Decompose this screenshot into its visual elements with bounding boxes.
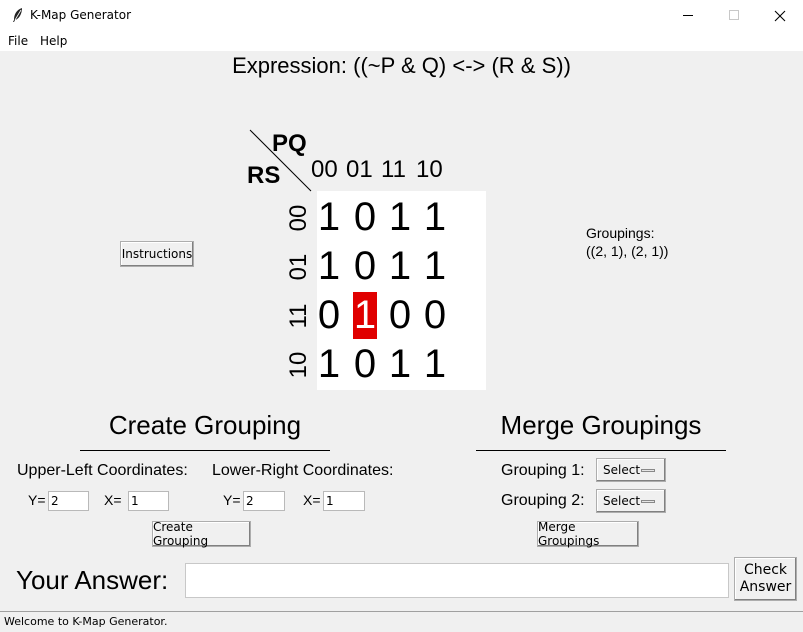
kmap-row-header: 00 (285, 204, 312, 232)
menu-help[interactable]: Help (40, 34, 67, 48)
kmap-col-header: 00 (311, 156, 338, 183)
lr-y-label: Y= (223, 492, 241, 508)
kmap-grid: 1 0 1 1 1 0 1 1 0 1 0 0 1 0 1 1 (317, 191, 486, 390)
merge-groupings-title: Merge Groupings (500, 410, 702, 440)
kmap-cell[interactable]: 1 (418, 194, 452, 241)
kmap-cell[interactable]: 0 (348, 243, 382, 290)
kmap-cell[interactable]: 0 (348, 194, 382, 241)
menu-bar (0, 31, 803, 51)
feather-icon (13, 8, 22, 22)
minimize-icon (682, 15, 693, 16)
check-answer-label-line1: Check (743, 562, 788, 578)
menu-file[interactable]: File (8, 34, 28, 48)
create-grouping-title: Create Grouping (108, 410, 302, 440)
kmap-col-header: 11 (381, 156, 406, 183)
maximize-button[interactable] (711, 0, 757, 31)
kmap-cell[interactable]: 1 (418, 243, 452, 290)
groupings-label: Groupings: (586, 225, 655, 241)
window-title: K-Map Generator (30, 8, 132, 22)
kmap-col-var: PQ (272, 130, 307, 157)
kmap-cell[interactable]: 1 (383, 194, 417, 241)
lr-x-input[interactable]: 1 (323, 491, 365, 511)
check-answer-button[interactable]: Check Answer (734, 557, 797, 601)
merge-groupings-divider (476, 450, 726, 451)
answer-input[interactable] (185, 563, 729, 598)
grouping1-select[interactable]: Select (596, 458, 666, 482)
minimize-button[interactable] (665, 0, 711, 31)
merge-groupings-button[interactable]: Merge Groupings (537, 520, 639, 548)
groupings-value: ((2, 1), (2, 1)) (586, 243, 669, 259)
grouping1-select-value: Select (603, 463, 641, 477)
close-icon (774, 10, 786, 21)
kmap-cell[interactable]: 1 (312, 194, 346, 241)
instructions-button[interactable]: Instructions (120, 241, 194, 267)
kmap-row-header: 11 (285, 303, 312, 329)
create-grouping-button[interactable]: Create Grouping (152, 520, 251, 548)
kmap-cell[interactable]: 0 (418, 292, 452, 339)
close-button[interactable] (757, 0, 803, 31)
kmap-cell[interactable]: 0 (312, 292, 346, 339)
ul-x-label: X= (104, 492, 122, 508)
dropdown-indicator-icon (641, 469, 655, 472)
kmap-row-header: 01 (285, 253, 312, 281)
expression-label: Expression: ((~P & Q) <-> (R & S)) (232, 53, 571, 78)
create-grouping-divider (80, 450, 330, 451)
ul-y-label: Y= (28, 492, 46, 508)
kmap-row-var: RS (247, 162, 281, 189)
kmap-cell[interactable]: 0 (348, 341, 382, 388)
lr-y-input[interactable]: 2 (243, 491, 285, 511)
lr-x-label: X= (303, 492, 321, 508)
kmap-cell[interactable]: 0 (383, 292, 417, 339)
kmap-cell[interactable]: 1 (383, 341, 417, 388)
maximize-icon (728, 10, 739, 20)
ul-x-input[interactable]: 1 (128, 491, 169, 511)
check-answer-label-line2: Answer (739, 579, 792, 595)
grouping2-select[interactable]: Select (596, 489, 666, 513)
kmap-cell-highlighted[interactable]: 1 (353, 292, 377, 339)
your-answer-label: Your Answer: (16, 565, 169, 595)
upper-left-label: Upper-Left Coordinates: (17, 462, 188, 479)
status-bar: Welcome to K-Map Generator. (0, 611, 803, 632)
dropdown-indicator-icon (641, 500, 655, 503)
kmap-row-header: 10 (285, 351, 312, 379)
grouping2-select-value: Select (603, 494, 641, 508)
kmap-col-header: 01 (346, 156, 373, 183)
lower-right-label: Lower-Right Coordinates: (212, 462, 394, 479)
kmap-cell[interactable]: 1 (418, 341, 452, 388)
kmap-cell[interactable]: 1 (312, 243, 346, 290)
kmap-cell[interactable]: 1 (312, 341, 346, 388)
grouping2-label: Grouping 2: (501, 492, 585, 509)
ul-y-input[interactable]: 2 (48, 491, 89, 511)
grouping1-label: Grouping 1: (501, 462, 585, 479)
kmap-col-header: 10 (416, 156, 443, 183)
kmap-cell[interactable]: 1 (383, 243, 417, 290)
